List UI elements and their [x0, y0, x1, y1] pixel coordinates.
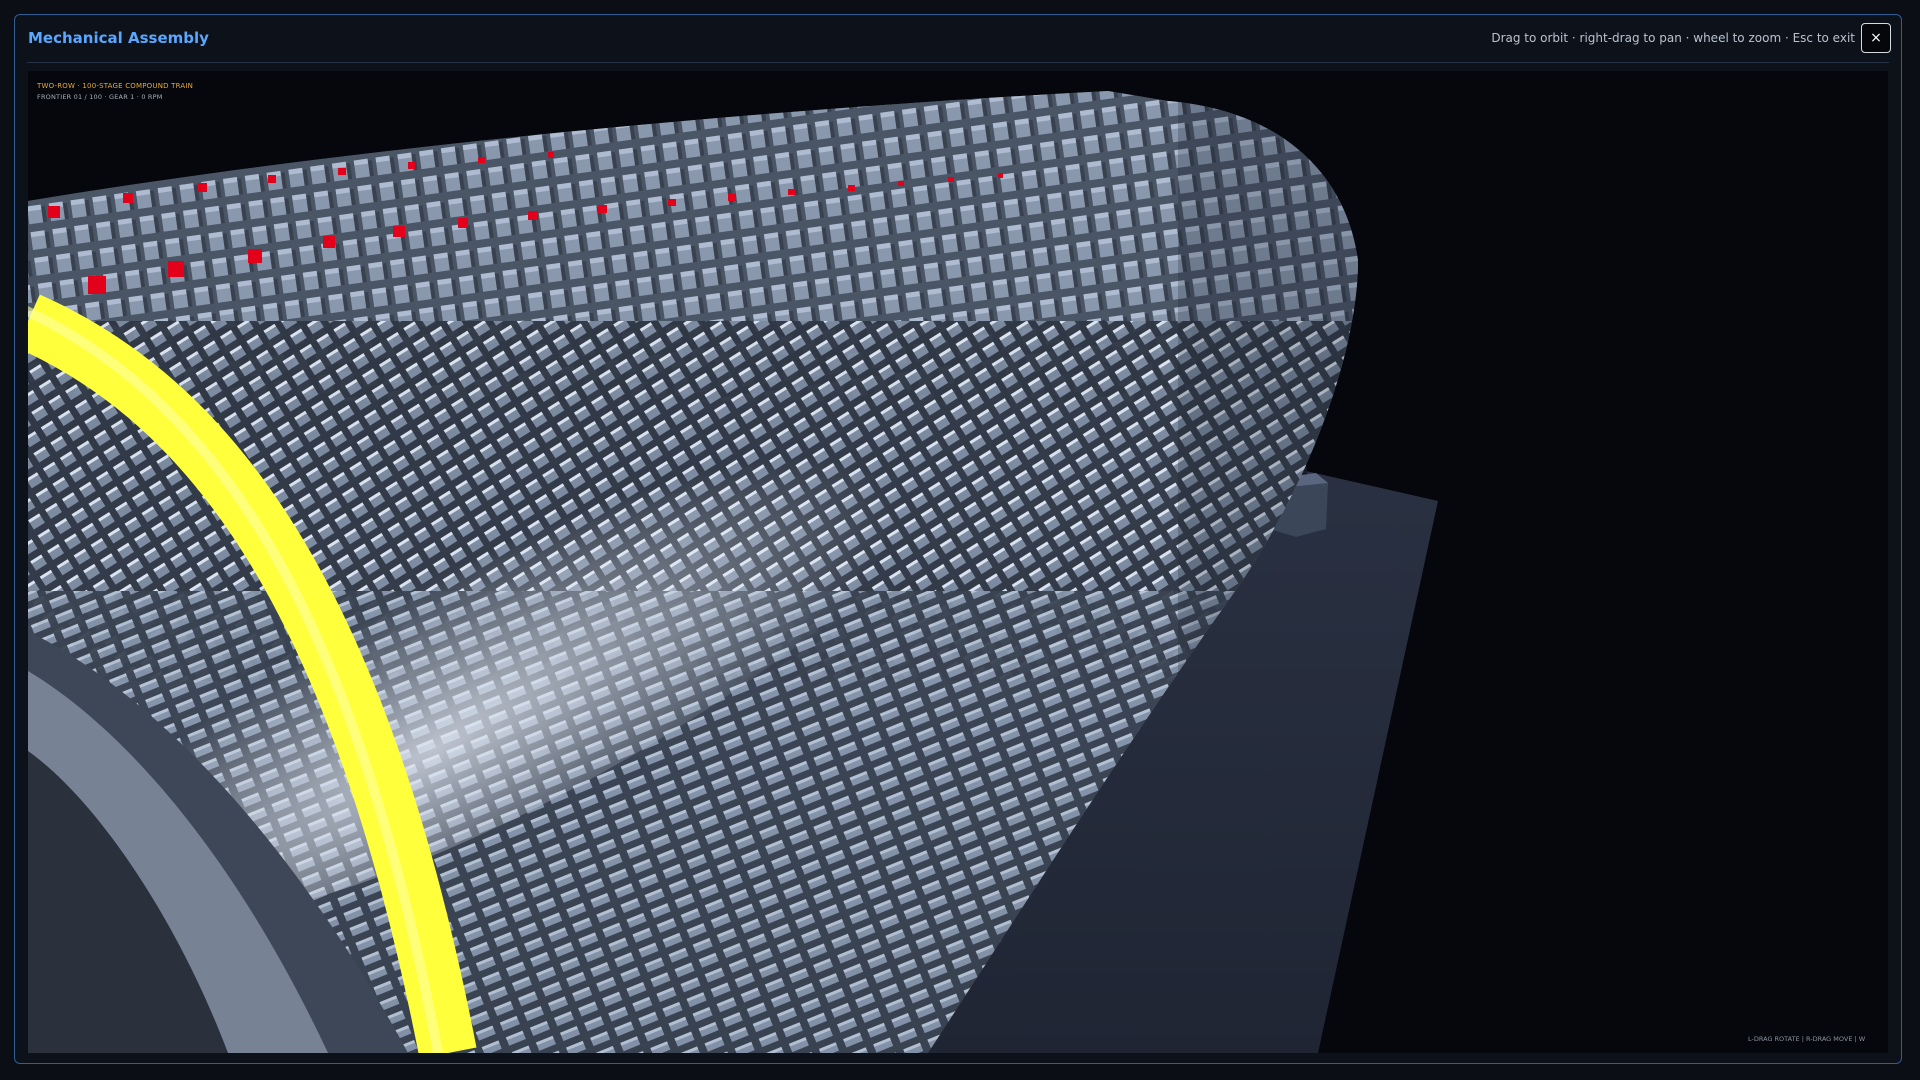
header-divider: [27, 62, 1889, 63]
navigation-hint: Drag to orbit · right-drag to pan · whee…: [1491, 31, 1855, 45]
controls-hint: L-DRAG ROTATE | R-DRAG MOVE | W: [1748, 1035, 1866, 1043]
close-icon: ×: [1870, 30, 1882, 46]
scene-title: TWO-ROW · 100-STAGE COMPOUND TRAIN: [37, 82, 194, 90]
gear-train-scene: [28, 71, 1888, 1053]
mechanical-assembly-modal: Mechanical Assembly Drag to orbit · righ…: [14, 14, 1902, 1064]
3d-viewport[interactable]: TWO-ROW · 100-STAGE COMPOUND TRAIN FRONT…: [28, 71, 1888, 1053]
scene-status: FRONTIER 01 / 100 · GEAR 1 · 0 RPM: [37, 93, 163, 101]
modal-header: Mechanical Assembly Drag to orbit · righ…: [15, 15, 1901, 63]
close-button[interactable]: ×: [1861, 23, 1891, 53]
modal-title: Mechanical Assembly: [28, 29, 209, 47]
